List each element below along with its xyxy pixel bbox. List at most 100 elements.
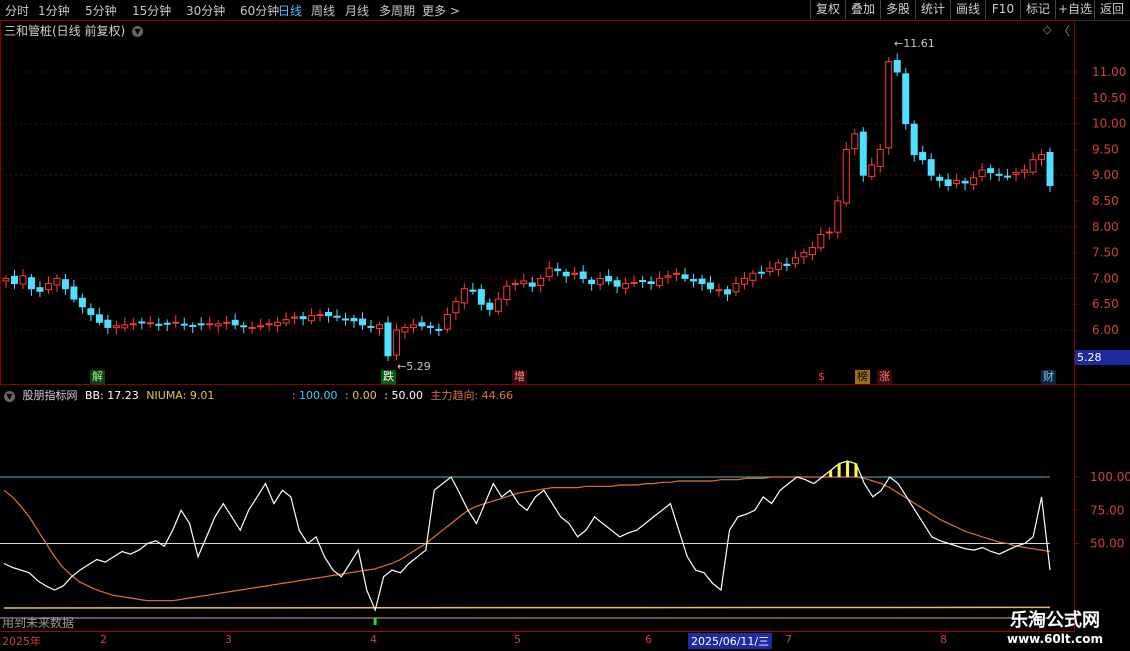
candle-body — [978, 169, 986, 177]
f10-button[interactable]: F10 — [985, 0, 1020, 19]
date-label: 2 — [100, 633, 107, 646]
back-button[interactable]: 返回 — [1094, 0, 1129, 19]
chevron-down-icon[interactable]: ▼ — [4, 390, 15, 402]
candle-body — [885, 61, 893, 149]
candle-body — [613, 280, 621, 287]
indicator-niuma-value: NIUMA: 9.01 — [146, 389, 215, 402]
candle-body — [375, 324, 383, 330]
marker-cai[interactable]: 财 — [1041, 370, 1056, 384]
candle-body — [596, 277, 604, 285]
candle-body — [197, 323, 205, 326]
price-tick-label: 9.50 — [1092, 142, 1119, 156]
draw-line-button[interactable]: 画线 — [950, 0, 985, 19]
candle-body — [664, 275, 672, 278]
watermark-title: 乐淘公式网 — [1010, 610, 1100, 631]
add-watchlist-button[interactable]: +自选 — [1055, 0, 1094, 19]
tab-15min[interactable]: 15分钟 — [132, 2, 171, 19]
niuma-line — [3, 606, 1051, 609]
overlay-button[interactable]: 叠加 — [845, 0, 880, 19]
indicator-tick-label: 50.00 — [1090, 537, 1124, 551]
statistics-button[interactable]: 统计 — [915, 0, 950, 19]
candle-body — [274, 321, 282, 327]
tab-5min[interactable]: 5分钟 — [85, 2, 117, 19]
candle-body — [1029, 159, 1037, 173]
price-tick-label: 6.50 — [1092, 297, 1119, 311]
candle-body — [367, 325, 375, 328]
indicator-axis-ticks: 100.00 75.00 50.00 — [1074, 470, 1130, 551]
mark-button[interactable]: 标记 — [1020, 0, 1055, 19]
tab-daily[interactable]: 日线 — [278, 2, 302, 19]
candle-body — [970, 177, 978, 186]
tab-intraday[interactable]: 分时 — [5, 2, 29, 19]
marker-dollar[interactable]: $ — [816, 370, 827, 384]
candle-body — [528, 282, 536, 287]
candle-body — [401, 326, 409, 333]
candle-body — [240, 325, 248, 328]
price-tick-label: 8.00 — [1092, 220, 1119, 234]
candle-body — [53, 277, 61, 286]
tab-1min[interactable]: 1分钟 — [38, 2, 70, 19]
restore-rights-button[interactable]: 复权 — [810, 0, 845, 19]
tab-multi-period[interactable]: 多周期 — [379, 2, 415, 19]
candle-body — [206, 323, 214, 326]
marker-die[interactable]: 跌 — [381, 370, 396, 384]
candle-body — [579, 271, 587, 279]
candle-body — [27, 277, 35, 290]
candle-body — [460, 288, 468, 304]
top-toolbar: 分时 1分钟 5分钟 15分钟 30分钟 60分钟 日线 周线 月线 多周期 更… — [0, 0, 1130, 21]
candle-body — [291, 316, 299, 319]
date-label: 3 — [225, 633, 232, 646]
candle-body — [851, 133, 859, 150]
marker-zeng[interactable]: 增 — [512, 370, 527, 384]
candle-body — [418, 322, 426, 327]
candlesticks — [2, 53, 1054, 362]
candle-body — [129, 323, 137, 326]
date-highlight: 2025/06/11/三 — [688, 633, 773, 649]
candle-body — [1004, 175, 1012, 178]
candle-body — [44, 283, 52, 291]
candle-body — [715, 289, 723, 292]
tab-30min[interactable]: 30分钟 — [186, 2, 225, 19]
candle-body — [121, 324, 129, 329]
candle-body — [673, 272, 681, 275]
candle-body — [308, 315, 316, 322]
tab-monthly[interactable]: 月线 — [345, 2, 369, 19]
candle-body — [325, 311, 333, 317]
candle-body — [571, 272, 579, 275]
indicator-name[interactable]: 股朋指标网 — [23, 389, 78, 402]
price-tick-label: 6.00 — [1092, 323, 1119, 337]
candle-body — [681, 274, 689, 279]
candle-body — [706, 282, 714, 290]
candle-body — [1038, 154, 1046, 161]
indicator-c50-value: : 50.00 — [384, 389, 423, 402]
candle-body — [189, 324, 197, 327]
marker-jie[interactable]: 解 — [90, 370, 105, 384]
candle-body — [257, 325, 265, 328]
price-tick-label: 10.00 — [1092, 117, 1126, 131]
indicator-gridlines — [0, 476, 1050, 619]
future-data-note: 用到未来数据 — [2, 616, 75, 630]
candle-body — [944, 179, 952, 187]
tab-weekly[interactable]: 周线 — [311, 2, 335, 19]
candle-body — [723, 289, 731, 295]
indicator-header: ▼ 股朋指标网 BB: 17.23 NIUMA: 9.01 : 100.00 :… — [4, 387, 517, 403]
marker-zhang[interactable]: 涨 — [877, 370, 892, 384]
candle-body — [469, 289, 477, 292]
candle-body — [10, 275, 18, 285]
candle-body — [452, 301, 460, 314]
candle-body — [36, 287, 44, 292]
candle-body — [435, 328, 443, 331]
candle-body — [605, 275, 613, 282]
candle-body — [146, 322, 154, 325]
candle-body — [104, 319, 112, 328]
candle-body — [545, 267, 553, 278]
multi-stock-button[interactable]: 多股 — [880, 0, 915, 19]
chart-area[interactable]: 11.00 10.50 10.00 9.50 9.00 8.50 8.00 7.50 7.00 6… — [0, 20, 1130, 631]
date-label: 7 — [785, 633, 792, 646]
high-price-label: ←11.61 — [894, 37, 935, 50]
tab-60min[interactable]: 60分钟 — [240, 2, 279, 19]
tab-more[interactable]: 更多 > — [422, 2, 460, 19]
candle-body — [2, 277, 10, 282]
candle-body — [299, 316, 307, 320]
marker-bang[interactable]: 榜 — [855, 370, 870, 384]
